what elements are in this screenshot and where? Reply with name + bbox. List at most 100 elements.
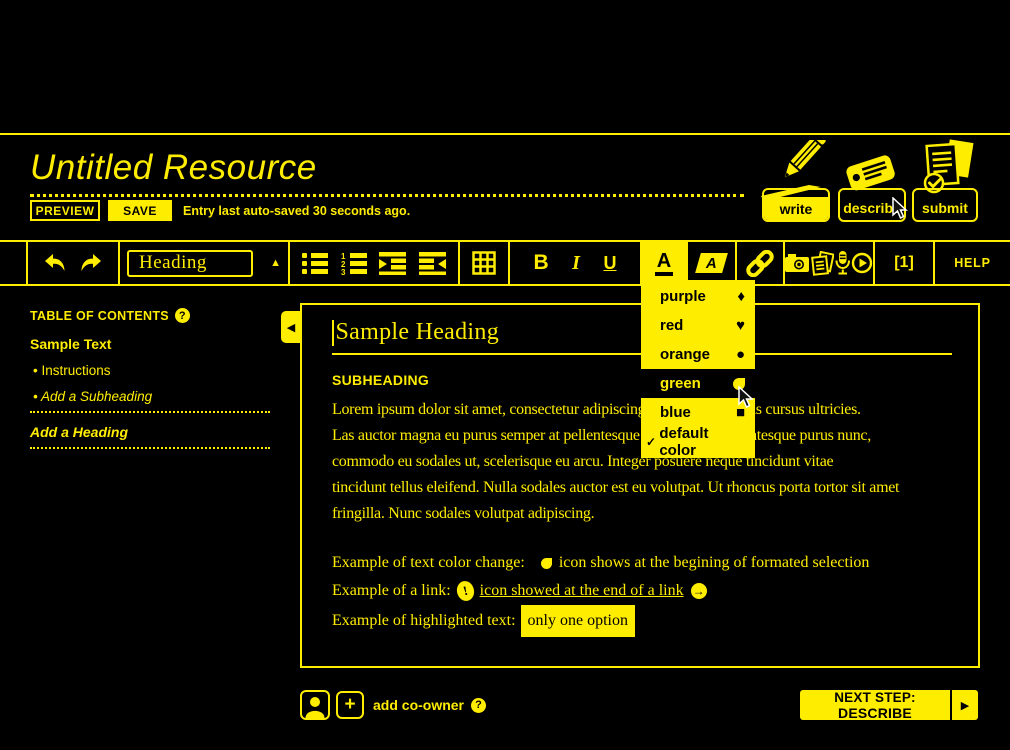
diamond-icon: ♦ bbox=[737, 289, 745, 304]
bold-button[interactable]: B bbox=[534, 251, 549, 275]
text-color-label: A bbox=[655, 250, 673, 276]
toc-item-instructions[interactable]: Instructions bbox=[30, 363, 270, 378]
chevron-up-icon[interactable]: ▲ bbox=[270, 257, 281, 269]
svg-text:3: 3 bbox=[341, 268, 346, 275]
numbered-list-button[interactable]: 1 2 3 bbox=[341, 252, 367, 275]
menu-item-label: orange bbox=[660, 346, 710, 363]
numbered-list-icon: 1 2 3 bbox=[341, 252, 367, 275]
highlight-icon: A bbox=[695, 253, 728, 273]
text-color-button-active[interactable]: A bbox=[640, 242, 688, 284]
highlight-button[interactable]: A bbox=[688, 242, 737, 284]
link-end-arrow-icon: → bbox=[691, 583, 707, 599]
step-submit-button[interactable]: submit bbox=[912, 188, 978, 222]
redo-button[interactable] bbox=[79, 252, 105, 274]
examples-block: Example of text color change: icon shows… bbox=[332, 549, 952, 637]
body-line: tincidunt tellus eleifend. Nulla sodales… bbox=[332, 475, 952, 501]
highlighted-text: only one option bbox=[521, 605, 635, 637]
link-button[interactable] bbox=[737, 242, 785, 284]
menu-item-label: red bbox=[660, 317, 683, 334]
help-button[interactable]: HELP bbox=[935, 242, 1010, 284]
cursor-arrow bbox=[738, 386, 758, 410]
underline-button[interactable]: U bbox=[603, 253, 616, 274]
save-button[interactable]: SAVE bbox=[108, 200, 172, 221]
pencil-icon bbox=[757, 140, 835, 204]
menu-item-default-color[interactable]: ✓ default color bbox=[641, 427, 755, 456]
next-step-action: DESCRIBE bbox=[838, 705, 912, 721]
redo-icon bbox=[79, 252, 105, 274]
example-color-label: Example of text color change: bbox=[332, 549, 525, 577]
example-link[interactable]: icon showed at the end of a link bbox=[480, 577, 684, 605]
table-icon bbox=[472, 251, 496, 275]
menu-item-label: green bbox=[660, 375, 701, 392]
cursor-arrow bbox=[892, 197, 912, 221]
collapse-panel-button[interactable]: ◀ bbox=[281, 311, 301, 343]
text-color-menu: purple ♦ red ♥ orange ● green blue ■ ✓ d… bbox=[641, 280, 755, 458]
example-link-line: Example of a link: ! icon showed at the … bbox=[332, 577, 952, 605]
toc-title: TABLE OF CONTENTS bbox=[30, 309, 169, 323]
pages-icon bbox=[810, 251, 834, 276]
toc-item-add-subheading[interactable]: Add a Subheading bbox=[30, 389, 270, 413]
undo-icon bbox=[41, 252, 67, 274]
teardrop-icon bbox=[541, 558, 552, 569]
menu-item-purple[interactable]: purple ♦ bbox=[641, 282, 755, 311]
bullet-list-button[interactable] bbox=[302, 252, 328, 275]
heading-style-select[interactable]: Heading bbox=[127, 250, 253, 277]
inline-format-group: B I U bbox=[510, 242, 640, 284]
example-color-line: Example of text color change: icon shows… bbox=[332, 549, 952, 577]
step-submit-label: submit bbox=[922, 200, 968, 220]
check-icon: ✓ bbox=[646, 435, 659, 449]
outdent-icon bbox=[419, 252, 446, 275]
menu-item-orange[interactable]: orange ● bbox=[641, 340, 755, 369]
body-line: fringilla. Nunc sodales volutpat adipisc… bbox=[332, 501, 952, 527]
toc-item-add-heading[interactable]: Add a Heading bbox=[30, 424, 270, 449]
coowner-help-icon[interactable]: ? bbox=[471, 698, 486, 713]
indent-button[interactable] bbox=[379, 252, 406, 275]
arrow-right-icon: ▶ bbox=[952, 699, 978, 712]
undo-redo-group bbox=[28, 242, 120, 284]
document-heading: Sample Heading bbox=[336, 319, 500, 346]
bullet-list-icon bbox=[302, 252, 328, 275]
example-link-label: Example of a link: bbox=[332, 577, 451, 605]
footnote-label: [1] bbox=[894, 254, 914, 272]
link-icon bbox=[745, 250, 775, 277]
add-coowner-label: add co-owner bbox=[373, 697, 464, 713]
menu-item-label: purple bbox=[660, 288, 706, 305]
toc-help-icon[interactable]: ? bbox=[175, 308, 190, 323]
formatting-toolbar: Heading ▲ 1 2 3 bbox=[0, 240, 1010, 286]
media-group[interactable] bbox=[785, 242, 875, 284]
editor-page: Untitled Resource PREVIEW SAVE Entry las… bbox=[0, 0, 1010, 750]
chevron-left-icon: ◀ bbox=[287, 321, 295, 334]
next-step-label: NEXT STEP: bbox=[834, 690, 916, 705]
resource-title[interactable]: Untitled Resource bbox=[30, 148, 317, 188]
undo-button[interactable] bbox=[41, 252, 67, 274]
text-caret bbox=[332, 320, 334, 346]
list-group: 1 2 3 bbox=[290, 242, 460, 284]
add-coowner-button[interactable]: + bbox=[336, 691, 364, 719]
top-divider bbox=[0, 133, 1010, 135]
footnote-button[interactable]: [1] bbox=[875, 242, 935, 284]
toolbar-spacer bbox=[0, 242, 28, 284]
example-highlight-line: Example of highlighted text: only one op… bbox=[332, 605, 952, 637]
camera-icon bbox=[785, 254, 809, 272]
coowner-avatar bbox=[300, 690, 330, 720]
person-icon bbox=[304, 695, 326, 718]
autosave-status: Entry last auto-saved 30 seconds ago. bbox=[183, 204, 410, 218]
toc-item-sample-text[interactable]: Sample Text bbox=[30, 336, 270, 352]
example-highlight-label: Example of highlighted text: bbox=[332, 607, 516, 635]
editor-content-panel[interactable]: Sample Heading SUBHEADING Lorem ipsum do… bbox=[300, 303, 980, 668]
italic-button[interactable]: I bbox=[572, 252, 580, 275]
insert-table-button[interactable] bbox=[472, 251, 496, 275]
plus-icon: + bbox=[344, 694, 355, 716]
menu-item-red[interactable]: red ♥ bbox=[641, 311, 755, 340]
table-group bbox=[460, 242, 510, 284]
menu-item-label: default color bbox=[659, 425, 745, 459]
outdent-button[interactable] bbox=[419, 252, 446, 275]
play-icon bbox=[851, 252, 873, 274]
preview-button[interactable]: PREVIEW bbox=[30, 200, 100, 221]
indent-icon bbox=[379, 252, 406, 275]
link-start-icon: ! bbox=[454, 579, 475, 603]
highlight-label: A bbox=[706, 255, 717, 272]
example-color-text: icon shows at the begining of formated s… bbox=[559, 549, 870, 577]
paragraph-style-group: Heading ▲ bbox=[120, 242, 290, 284]
next-step-button[interactable]: NEXT STEP: DESCRIBE ▶ bbox=[800, 690, 978, 720]
